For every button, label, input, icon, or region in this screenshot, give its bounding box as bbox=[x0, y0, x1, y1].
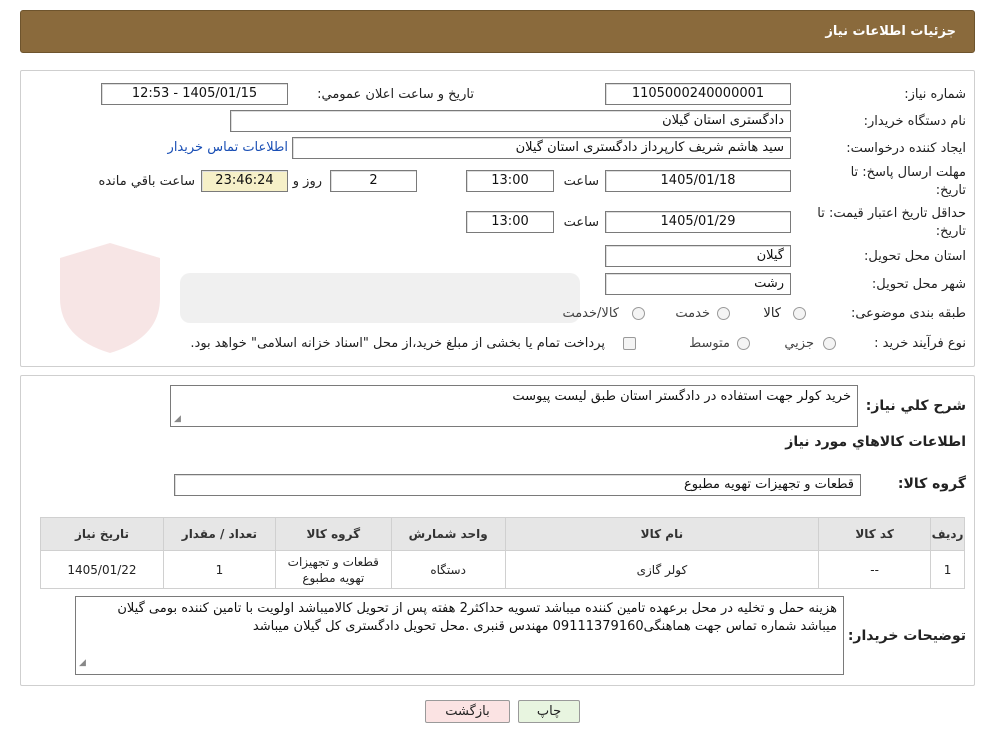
category-goods-radio[interactable] bbox=[793, 307, 806, 320]
table-header-row: رديف کد کالا نام کالا واحد شمارش گروه کا… bbox=[40, 517, 965, 551]
back-button[interactable]: بازگشت bbox=[425, 700, 510, 723]
cell-row: 1 bbox=[930, 550, 965, 589]
summary-label: شرح کلي نياز: bbox=[865, 398, 966, 414]
col-qty-header: تعداد / مقدار bbox=[162, 517, 276, 551]
need-number-label: شماره نیاز: bbox=[904, 87, 966, 102]
process-partial-label: جزيي bbox=[784, 336, 814, 351]
table-row[interactable]: 1 -- کولر گازی دستگاه قطعات و تجهیزات ته… bbox=[40, 550, 965, 589]
process-medium-radio[interactable] bbox=[737, 337, 750, 350]
col-name-header: نام کالا bbox=[504, 517, 820, 551]
col-group-header: گروه کالا bbox=[274, 517, 392, 551]
creator-field: سید هاشم شریف کارپرداز دادگستری استان گی… bbox=[292, 137, 791, 159]
summary-textarea: خرید کولر جهت استفاده در دادگستر استان ط… bbox=[170, 385, 858, 427]
city-label: شهر محل تحويل: bbox=[871, 277, 966, 292]
days-label: روز و bbox=[292, 174, 322, 189]
buyer-notes-label: توضيحات خريدار: bbox=[847, 628, 966, 644]
goods-table: رديف کد کالا نام کالا واحد شمارش گروه کا… bbox=[40, 517, 965, 589]
remaining-time-field: 23:46:24 bbox=[201, 170, 288, 192]
buyer-org-field: دادگستری استان گیلان bbox=[230, 110, 791, 132]
buyer-notes-text: هزینه حمل و تخلیه در محل برعهده تامین کن… bbox=[117, 601, 837, 634]
process-label: نوع فرآيند خريد : bbox=[874, 336, 966, 351]
treasury-note: پرداخت تمام يا بخشی از مبلغ خريد،از محل … bbox=[190, 336, 605, 351]
validity-label: حداقل تاريخ اعتبار قيمت: تا bbox=[817, 206, 966, 221]
col-row-header: رديف bbox=[930, 517, 965, 551]
cell-unit: دستگاه bbox=[390, 550, 506, 589]
page-title: جزئیات اطلاعات نیاز bbox=[825, 24, 956, 39]
announce-label: تاریخ و ساعت اعلان عمومي: bbox=[317, 87, 474, 102]
validity-date-field: 1405/01/29 bbox=[605, 211, 791, 233]
cell-date: 1405/01/22 bbox=[40, 550, 164, 589]
validity-label-2: تاريخ: bbox=[935, 224, 966, 239]
city-field: رشت bbox=[605, 273, 791, 295]
deadline-label: مهلت ارسال پاسخ: تا bbox=[850, 165, 966, 180]
col-date-header: تاريخ نياز bbox=[40, 517, 164, 551]
category-label: طبقه بندی موضوعی: bbox=[850, 306, 966, 321]
category-goods-service-radio[interactable] bbox=[632, 307, 645, 320]
col-unit-header: واحد شمارش bbox=[390, 517, 506, 551]
cell-group: قطعات و تجهیزات تهویه مطبوع bbox=[274, 550, 392, 589]
creator-label: ايجاد کننده درخواست: bbox=[846, 141, 966, 156]
resize-grip-icon: ◢ bbox=[174, 414, 181, 424]
deadline-date-field: 1405/01/18 bbox=[605, 170, 791, 192]
buyer-notes-textarea: هزینه حمل و تخلیه در محل برعهده تامین کن… bbox=[75, 596, 844, 675]
summary-text: خرید کولر جهت استفاده در دادگستر استان ط… bbox=[512, 389, 851, 404]
province-label: استان محل تحويل: bbox=[864, 249, 966, 264]
category-service-radio[interactable] bbox=[717, 307, 730, 320]
cell-qty: 1 bbox=[162, 550, 276, 589]
resize-grip-icon: ◢ bbox=[79, 658, 86, 668]
print-button[interactable]: چاپ bbox=[518, 700, 580, 723]
page-header: جزئیات اطلاعات نیاز bbox=[20, 10, 975, 53]
col-code-header: کد کالا bbox=[818, 517, 932, 551]
goods-info-title: اطلاعات کالاهاي مورد نياز bbox=[785, 434, 966, 450]
category-goods-label: کالا bbox=[763, 306, 781, 321]
deadline-time-field: 13:00 bbox=[466, 170, 554, 192]
cell-name: کولر گازی bbox=[504, 550, 820, 589]
category-goods-service-label: کالا/خدمت bbox=[562, 306, 619, 321]
deadline-label-2: تاريخ: bbox=[935, 183, 966, 198]
cell-code: -- bbox=[818, 550, 932, 589]
province-field: گیلان bbox=[605, 245, 791, 267]
goods-group-label: گروه کالا: bbox=[897, 476, 966, 492]
process-medium-label: متوسط bbox=[689, 336, 730, 351]
treasury-checkbox[interactable] bbox=[623, 337, 636, 350]
buyer-org-label: نام دستگاه خريدار: bbox=[863, 114, 966, 129]
goods-group-field: قطعات و تجهیزات تهویه مطبوع bbox=[174, 474, 861, 496]
buyer-contact-link[interactable]: اطلاعات تماس خريدار bbox=[168, 140, 288, 155]
process-partial-radio[interactable] bbox=[823, 337, 836, 350]
deadline-time-label: ساعت bbox=[563, 174, 599, 189]
days-remaining-field: 2 bbox=[330, 170, 417, 192]
remaining-label: ساعت باقي مانده bbox=[98, 174, 195, 189]
need-number-field: 1105000240000001 bbox=[605, 83, 791, 105]
announce-datetime-field: 1405/01/15 - 12:53 bbox=[101, 83, 288, 105]
category-service-label: خدمت bbox=[675, 306, 710, 321]
validity-time-field: 13:00 bbox=[466, 211, 554, 233]
validity-time-label: ساعت bbox=[563, 215, 599, 230]
